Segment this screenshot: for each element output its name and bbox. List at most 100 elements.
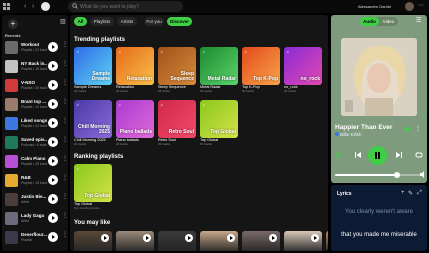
play-icon[interactable] [269, 234, 277, 242]
tab-discover[interactable]: Discover [167, 17, 192, 26]
sidebar-item[interactable]: Lady Gaga Artist ⋮ [5, 211, 68, 228]
more-icon[interactable]: ⋮ [62, 156, 68, 162]
progress-knob[interactable] [393, 172, 400, 178]
play-icon[interactable] [48, 118, 58, 128]
recommended-artist-card[interactable] [200, 231, 238, 251]
sidebar-item[interactable]: Justin Bie... Artist ⋮ [5, 192, 68, 209]
playlist-card[interactable]: ♫ Piano ballads Piano ballads 26 tracks [116, 100, 154, 146]
playback-controls [331, 145, 427, 165]
sidebar-item[interactable]: Saved epis...Podcast • 6 episodes ⋮ [5, 135, 68, 152]
recommended-artist-card[interactable] [284, 231, 322, 251]
more-icon[interactable]: ⋮ [62, 80, 68, 86]
recommended-artist-card[interactable] [158, 231, 196, 251]
brand-mark-icon: ♫ [202, 49, 205, 54]
pause-button[interactable] [368, 146, 387, 165]
playlist-meta: Top trending tracks [74, 206, 100, 210]
recommended-artist-card[interactable] [116, 231, 154, 251]
play-icon[interactable] [48, 137, 58, 147]
sidebar-item-title: Justin Bie... [21, 194, 47, 199]
more-icon[interactable]: ⋮ [62, 137, 68, 143]
playlist-card[interactable]: ♫ Top K-Pop Top K-Pop 50 tracks [242, 47, 280, 93]
volume-icon[interactable] [420, 171, 426, 178]
recommended-artist-card[interactable] [326, 231, 328, 251]
sidebar-item[interactable]: Liked songs Playlist • 41 tracks ⋮ [5, 116, 68, 133]
more-icon[interactable]: ⋮ [62, 99, 68, 105]
playlist-card[interactable]: ♫ Relaxation Relaxation 40 tracks [116, 47, 154, 93]
playlist-card[interactable]: ♫ Top Global Top Global 50 tracks [200, 100, 238, 146]
more-icon[interactable]: ⋮ [62, 42, 68, 48]
sidebar-item[interactable]: Deserflour... Playlist ⋮ [5, 230, 68, 247]
track-artist[interactable]: Billie Eilish [335, 132, 362, 137]
sidebar-item-thumbnail [5, 117, 18, 130]
play-icon[interactable] [48, 99, 58, 109]
playlist-card[interactable]: ♫ Retro Soul Retro Soul 33 tracks [158, 100, 196, 146]
shuffle-icon[interactable] [335, 152, 342, 158]
next-icon[interactable] [396, 152, 402, 158]
artist-name[interactable]: Billie Eilish [340, 132, 362, 137]
play-icon[interactable] [48, 175, 58, 185]
back-button[interactable]: ‹ [24, 3, 26, 10]
play-icon[interactable] [48, 61, 58, 71]
recommended-artist-card[interactable] [242, 231, 280, 251]
sidebar-item[interactable]: Brant top ... Playlist • 12 tracks ⋮ [5, 97, 68, 114]
repeat-icon[interactable] [415, 151, 423, 159]
lyrics-edit-icon[interactable]: ✎ [408, 190, 413, 197]
tab-all[interactable]: All [74, 17, 87, 26]
more-icon[interactable]: ⋮ [62, 213, 68, 219]
play-icon[interactable] [48, 232, 58, 242]
tab-playlists[interactable]: Playlists [90, 17, 114, 26]
play-icon[interactable] [143, 234, 151, 242]
sidebar-item[interactable]: V-NSO Playlist • 30 tracks ⋮ [5, 78, 68, 95]
tab-audio[interactable]: Audio [360, 17, 379, 26]
playlist-card[interactable]: ♫ no_rock no_rock 22 tracks [284, 47, 322, 93]
playlist-meta: 50 tracks [242, 89, 255, 93]
forward-button[interactable]: › [32, 3, 34, 10]
tab-artists[interactable]: Artists [117, 17, 137, 26]
more-icon[interactable]: ⋮ [62, 118, 68, 124]
previous-icon[interactable] [355, 152, 361, 158]
sidebar-item[interactable]: Workout Playlist • 22 tracks ⋮ [5, 40, 68, 57]
play-icon[interactable] [101, 234, 109, 242]
playlist-card[interactable]: ♫ Top Global Top Global Top trending tracks [74, 164, 112, 210]
filter-tabs: All Playlists Artists For you Discover [70, 15, 328, 29]
lyrics-panel: Lyrics + ✎ ⤢ You clearly weren't aware t… [331, 185, 427, 251]
lyrics-add-icon[interactable]: + [401, 190, 405, 196]
home-logo-icon[interactable] [41, 2, 50, 11]
more-options-icon[interactable]: ⋯ [418, 2, 424, 9]
play-icon[interactable] [48, 213, 58, 223]
library-icon[interactable]: ▥ [60, 18, 66, 25]
play-icon[interactable] [185, 234, 193, 242]
play-icon[interactable] [227, 234, 235, 242]
more-icon[interactable]: ⋮ [62, 232, 68, 238]
play-icon[interactable] [48, 194, 58, 204]
search-input[interactable] [80, 2, 180, 11]
brand-mark-icon: ♫ [76, 102, 79, 107]
play-icon[interactable] [48, 80, 58, 90]
progress-bar[interactable] [335, 172, 421, 178]
play-icon[interactable] [48, 42, 58, 52]
playlist-card[interactable]: ♫ Metal Radar Metal Radar 35 tracks [200, 47, 238, 93]
more-icon[interactable]: ⋮ [62, 175, 68, 181]
queue-menu-icon[interactable]: ☰ [416, 18, 421, 24]
add-playlist-button[interactable]: + [8, 19, 18, 29]
sidebar-item[interactable]: R&B Playlist • 19 tracks ⋮ [5, 173, 68, 190]
recommended-artist-card[interactable] [74, 231, 112, 251]
sidebar-item-subtitle: Playlist • 41 tracks [21, 124, 47, 128]
play-icon[interactable] [311, 234, 319, 242]
playlist-meta: 22 tracks [284, 89, 297, 93]
track-more-icon[interactable]: ⋮ [415, 125, 421, 132]
app-menu-icon[interactable] [2, 2, 11, 11]
tab-video[interactable]: Video [379, 17, 398, 26]
lyrics-expand-icon[interactable]: ⤢ [417, 190, 422, 197]
playlist-card[interactable]: ♫ Chill Morning 2025 Chill Morning 2025 30 … [74, 100, 112, 146]
playlist-card[interactable]: ♫ Sample Dreams Sample Dreams 32 tracks [74, 47, 112, 93]
sidebar-item[interactable]: Calm Piano Playlist • 25 tracks ⋮ [5, 154, 68, 171]
play-icon[interactable] [48, 156, 58, 166]
avatar[interactable] [405, 2, 414, 11]
more-icon[interactable]: ⋮ [62, 194, 68, 200]
tab-for-you[interactable]: For you [144, 17, 164, 26]
playlist-card[interactable]: ♫ Sleep Sequence Sleep Sequence 28 tracks [158, 47, 196, 93]
more-icon[interactable]: ⋮ [62, 61, 68, 67]
sidebar-item[interactable]: NY Back in... Playlist • 18 tracks ⋮ [5, 59, 68, 76]
like-heart-icon[interactable] [404, 126, 411, 133]
